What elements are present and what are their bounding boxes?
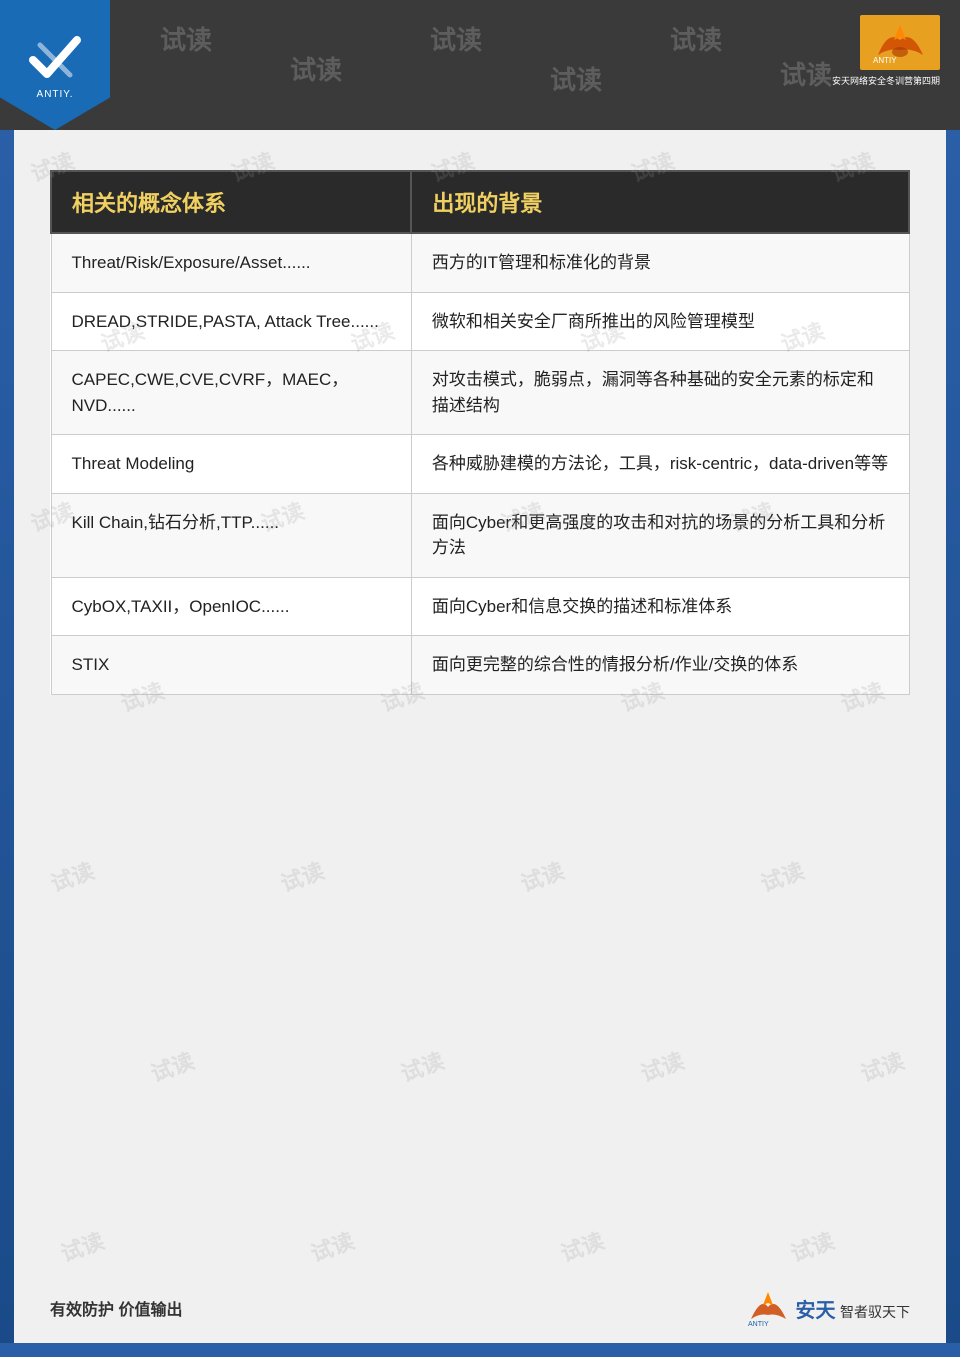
watermark: 试读 [516,853,568,898]
watermark: 试读 [636,1043,688,1088]
footer-brand-text-group: 安天 智者驭天下 [796,1294,910,1323]
table-cell-background: 微软和相关安全厂商所推出的风险管理模型 [411,292,909,351]
table-row: STIX面向更完整的综合性的情报分析/作业/交换的体系 [51,636,909,695]
col2-header: 出现的背景 [411,171,909,233]
left-stripe [0,130,14,1357]
watermark: 试读 [306,1223,358,1268]
watermark: 试读 [556,1223,608,1268]
footer-slogan: 有效防护 价值输出 [50,1296,182,1320]
header: ANTIY. 试读 试读 试读 试读 试读 试读 试读 ANTIY 安天网络安全… [0,0,960,130]
brand-logo-box: ANTIY [860,15,940,70]
table-row: Kill Chain,钻石分析,TTP......面向Cyber和更高强度的攻击… [51,493,909,577]
main-table: 相关的概念体系 出现的背景 Threat/Risk/Exposure/Asset… [50,170,910,695]
table-cell-concept: Threat/Risk/Exposure/Asset...... [51,233,411,292]
col1-header: 相关的概念体系 [51,171,411,233]
header-wm: 试读 [670,20,722,57]
watermark: 试读 [856,1043,908,1088]
table-cell-background: 各种威胁建模的方法论，工具，risk-centric，data-driven等等 [411,435,909,494]
footer-brand-icon: ANTIY [746,1289,791,1327]
watermark: 试读 [786,1223,838,1268]
table-row: Threat/Risk/Exposure/Asset......西方的IT管理和… [51,233,909,292]
bottom-stripe [0,1343,960,1357]
antiy-logo-icon [25,30,85,85]
brand-sub-text: 安天网络安全冬训营第四期 [832,74,940,87]
table-cell-background: 面向Cyber和信息交换的描述和标准体系 [411,577,909,636]
table-cell-background: 面向Cyber和更高强度的攻击和对抗的场景的分析工具和分析方法 [411,493,909,577]
main-content: 相关的概念体系 出现的背景 Threat/Risk/Exposure/Asset… [0,130,960,725]
watermark: 试读 [146,1043,198,1088]
right-stripe [946,130,960,1357]
table-cell-concept: Kill Chain,钻石分析,TTP...... [51,493,411,577]
svg-text:ANTIY: ANTIY [873,56,897,65]
watermark: 试读 [756,853,808,898]
watermark: 试读 [46,853,98,898]
footer-brand: ANTIY 安天 智者驭天下 [746,1289,910,1327]
table-row: CAPEC,CWE,CVE,CVRF，MAEC，NVD......对攻击模式，脆… [51,351,909,435]
logo-text: ANTIY. [37,89,74,100]
svg-text:ANTIY: ANTIY [748,1321,769,1327]
table-cell-concept: CAPEC,CWE,CVE,CVRF，MAEC，NVD...... [51,351,411,435]
brand-logo-svg: ANTIY [868,20,933,65]
table-cell-background: 面向更完整的综合性的情报分析/作业/交换的体系 [411,636,909,695]
footer-brand-name: 安天 [796,1300,836,1322]
footer: 有效防护 价值输出 ANTIY 安天 智者驭天下 [0,1289,960,1327]
watermark: 试读 [276,853,328,898]
table-row: DREAD,STRIDE,PASTA, Attack Tree......微软和… [51,292,909,351]
table-cell-concept: CybOX,TAXII，OpenIOC...... [51,577,411,636]
table-cell-concept: STIX [51,636,411,695]
footer-brand-sub: 智者驭天下 [840,1304,910,1320]
logo-area: ANTIY. [0,0,110,130]
watermark: 试读 [396,1043,448,1088]
table-row: Threat Modeling各种威胁建模的方法论，工具，risk-centri… [51,435,909,494]
table-cell-background: 对攻击模式，脆弱点，漏洞等各种基础的安全元素的标定和描述结构 [411,351,909,435]
table-row: CybOX,TAXII，OpenIOC......面向Cyber和信息交换的描述… [51,577,909,636]
header-wm: 试读 [160,20,212,57]
header-wm: 试读 [780,55,832,92]
header-brand: ANTIY 安天网络安全冬训营第四期 [830,15,940,95]
watermark: 试读 [56,1223,108,1268]
header-wm: 试读 [290,50,342,87]
table-cell-concept: Threat Modeling [51,435,411,494]
table-cell-concept: DREAD,STRIDE,PASTA, Attack Tree...... [51,292,411,351]
header-wm: 试读 [550,60,602,97]
table-cell-background: 西方的IT管理和标准化的背景 [411,233,909,292]
header-wm: 试读 [430,20,482,57]
